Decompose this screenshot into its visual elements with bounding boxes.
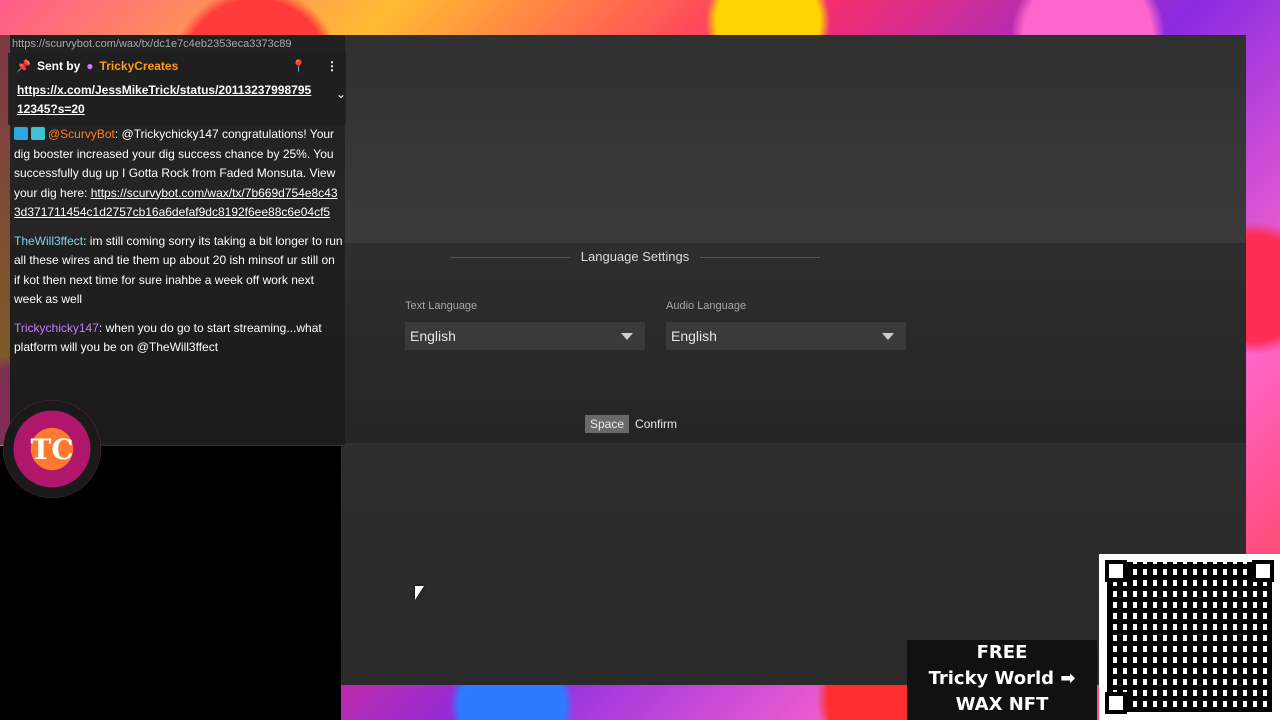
- chat-message: TheWill3ffect: im still coming sorry its…: [14, 232, 344, 310]
- mic-icon: ●: [86, 59, 94, 73]
- chat-top-url: https://scurvybot.com/wax/tx/dc1e7c4eb23…: [12, 38, 292, 50]
- sword-badge-icon: [31, 127, 45, 140]
- more-options-icon[interactable]: ⋮: [326, 57, 338, 77]
- confirm-button[interactable]: Space Confirm: [585, 415, 677, 433]
- chevron-down-icon[interactable]: ⌄: [336, 85, 346, 105]
- promo-line-1: FREE: [976, 642, 1028, 663]
- confirm-label: Confirm: [635, 417, 678, 431]
- space-key-hint: Space: [585, 415, 630, 433]
- unpin-icon[interactable]: 📍: [291, 57, 306, 77]
- tricky-creates-logo: TC: [3, 400, 101, 498]
- chat-message: @ScurvyBot: @Trickychicky147 congratulat…: [14, 125, 344, 223]
- chat-username[interactable]: Trickychicky147: [14, 321, 99, 335]
- chat-username[interactable]: @ScurvyBot: [48, 127, 115, 141]
- pinned-message: 📌 Sent by ● TrickyCreates 📍 ⋮ https://x.…: [8, 53, 346, 125]
- sent-by-label: Sent by: [36, 59, 81, 73]
- pinned-link[interactable]: https://x.com/JessMikeTrick/status/20113…: [8, 81, 324, 119]
- pinned-sender: TrickyCreates: [99, 59, 179, 73]
- text-language-value: English: [410, 328, 456, 344]
- qr-code: [1099, 554, 1280, 720]
- promo-line-2: Tricky World ➡: [928, 668, 1076, 689]
- chevron-down-icon: [882, 332, 894, 340]
- audio-language-dropdown[interactable]: English: [666, 322, 906, 350]
- chat-message: Trickychicky147: when you do go to start…: [14, 319, 344, 358]
- chevron-down-icon: [621, 332, 633, 340]
- bot-badge-icon: [14, 127, 28, 140]
- audio-language-label: Audio Language: [666, 300, 747, 312]
- audio-language-value: English: [671, 328, 717, 344]
- chat-username[interactable]: TheWill3ffect: [14, 234, 83, 248]
- logo-text: TC: [30, 432, 74, 466]
- language-settings-title: Language Settings: [340, 249, 930, 264]
- chat-message-list: @ScurvyBot: @Trickychicky147 congratulat…: [14, 125, 344, 367]
- chat-overlay: https://scurvybot.com/wax/tx/dc1e7c4eb23…: [0, 35, 346, 445]
- promo-line-3: WAX NFT: [955, 694, 1049, 715]
- promo-banner: FREE Tricky World ➡ WAX NFT: [907, 640, 1097, 720]
- mouse-cursor-icon: [415, 586, 424, 600]
- pin-icon: 📌: [16, 59, 31, 73]
- text-language-label: Text Language: [405, 300, 478, 312]
- text-language-dropdown[interactable]: English: [405, 322, 645, 350]
